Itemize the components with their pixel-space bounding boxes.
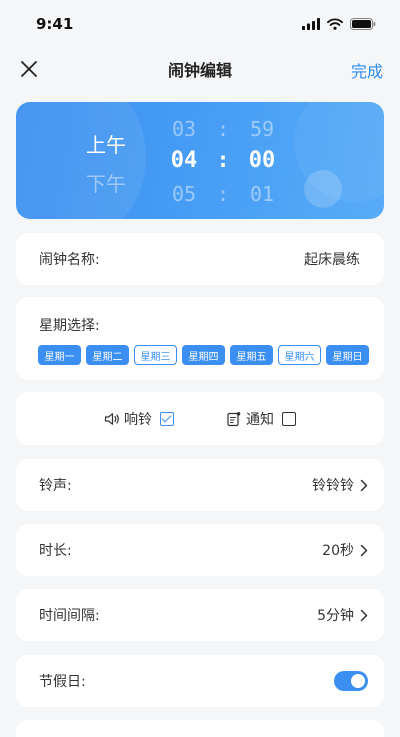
done-button[interactable]: 完成 (351, 58, 383, 82)
interval-label: 时间间隔: (39, 608, 100, 624)
status-time: 9:41 (36, 15, 74, 33)
day-chip-thu[interactable]: 星期四 (182, 345, 225, 365)
time-picker[interactable]: 上午 下午 03 : 59 04 : 00 05 : 01 (16, 102, 384, 219)
battery-icon (350, 18, 376, 30)
hour-current: 04 (170, 148, 198, 173)
ampm-pm[interactable]: 下午 (86, 168, 126, 197)
decor-circle (16, 102, 146, 219)
notify-label: 通知 (246, 411, 274, 428)
minute-next: 01 (249, 182, 275, 206)
status-bar: 9:41 (0, 0, 400, 48)
wifi-icon (327, 18, 343, 30)
day-chip-tue[interactable]: 星期二 (86, 345, 129, 365)
alarm-name-row[interactable]: 闹钟名称: 起床晨练 (16, 233, 384, 285)
day-chips: 星期一 星期二 星期三 星期四 星期五 星期六 星期日 (38, 345, 384, 365)
notification-icon (227, 411, 241, 426)
day-chip-fri[interactable]: 星期五 (230, 345, 273, 365)
next-settings-card (16, 720, 384, 737)
time-row-next[interactable]: 05 : 01 (168, 182, 278, 206)
interval-row[interactable]: 时间间隔: 5分钟 (16, 589, 384, 641)
hour-prev: 03 (171, 117, 197, 141)
minute-current: 00 (248, 148, 276, 173)
decor-circle (304, 170, 342, 208)
speaker-icon (104, 412, 119, 425)
ringtone-label: 铃声: (39, 478, 72, 494)
interval-value: 5分钟 (317, 608, 354, 624)
alarm-name-label: 闹钟名称: (39, 252, 100, 268)
interval-value-group: 5分钟 (317, 605, 368, 625)
time-separator: : (216, 148, 230, 173)
minute-prev: 59 (249, 117, 275, 141)
notify-option[interactable]: 通知 (226, 409, 296, 429)
time-separator: : (216, 117, 230, 141)
duration-value: 20秒 (322, 543, 354, 559)
duration-label: 时长: (39, 543, 72, 559)
notify-checkbox[interactable] (282, 411, 296, 426)
ring-option[interactable]: 响铃 (104, 409, 174, 429)
ring-checkbox[interactable] (160, 411, 174, 426)
nav-bar: 闹钟编辑 完成 (0, 48, 400, 90)
signal-icon (302, 18, 320, 30)
day-chip-wed[interactable]: 星期三 (134, 345, 177, 365)
holiday-row: 节假日: (16, 655, 384, 707)
status-icons (302, 18, 376, 30)
alert-options: 响铃 通知 (16, 392, 384, 445)
chevron-right-icon (360, 479, 368, 491)
week-label: 星期选择: (39, 318, 100, 334)
day-chip-sun[interactable]: 星期日 (326, 345, 369, 365)
day-chip-sat[interactable]: 星期六 (278, 345, 321, 365)
ringtone-row[interactable]: 铃声: 铃铃铃 (16, 459, 384, 511)
time-row-current[interactable]: 04 : 00 (168, 148, 278, 173)
chevron-right-icon (360, 544, 368, 556)
close-icon[interactable] (18, 58, 40, 80)
ampm-am[interactable]: 上午 (86, 129, 126, 158)
holiday-toggle[interactable] (334, 671, 368, 691)
ringtone-value: 铃铃铃 (312, 478, 354, 494)
ring-label: 响铃 (124, 411, 152, 428)
holiday-label: 节假日: (39, 674, 86, 690)
hour-next: 05 (171, 182, 197, 206)
duration-row[interactable]: 时长: 20秒 (16, 524, 384, 576)
week-selector: 星期选择: 星期一 星期二 星期三 星期四 星期五 星期六 星期日 (16, 297, 384, 380)
ringtone-value-group: 铃铃铃 (312, 475, 368, 495)
chevron-right-icon (360, 609, 368, 621)
page-title: 闹钟编辑 (167, 61, 232, 80)
day-chip-mon[interactable]: 星期一 (38, 345, 81, 365)
alarm-name-value: 起床晨练 (304, 252, 360, 268)
time-row-prev[interactable]: 03 : 59 (168, 117, 278, 141)
duration-value-group: 20秒 (322, 540, 368, 560)
time-separator: : (216, 182, 230, 206)
